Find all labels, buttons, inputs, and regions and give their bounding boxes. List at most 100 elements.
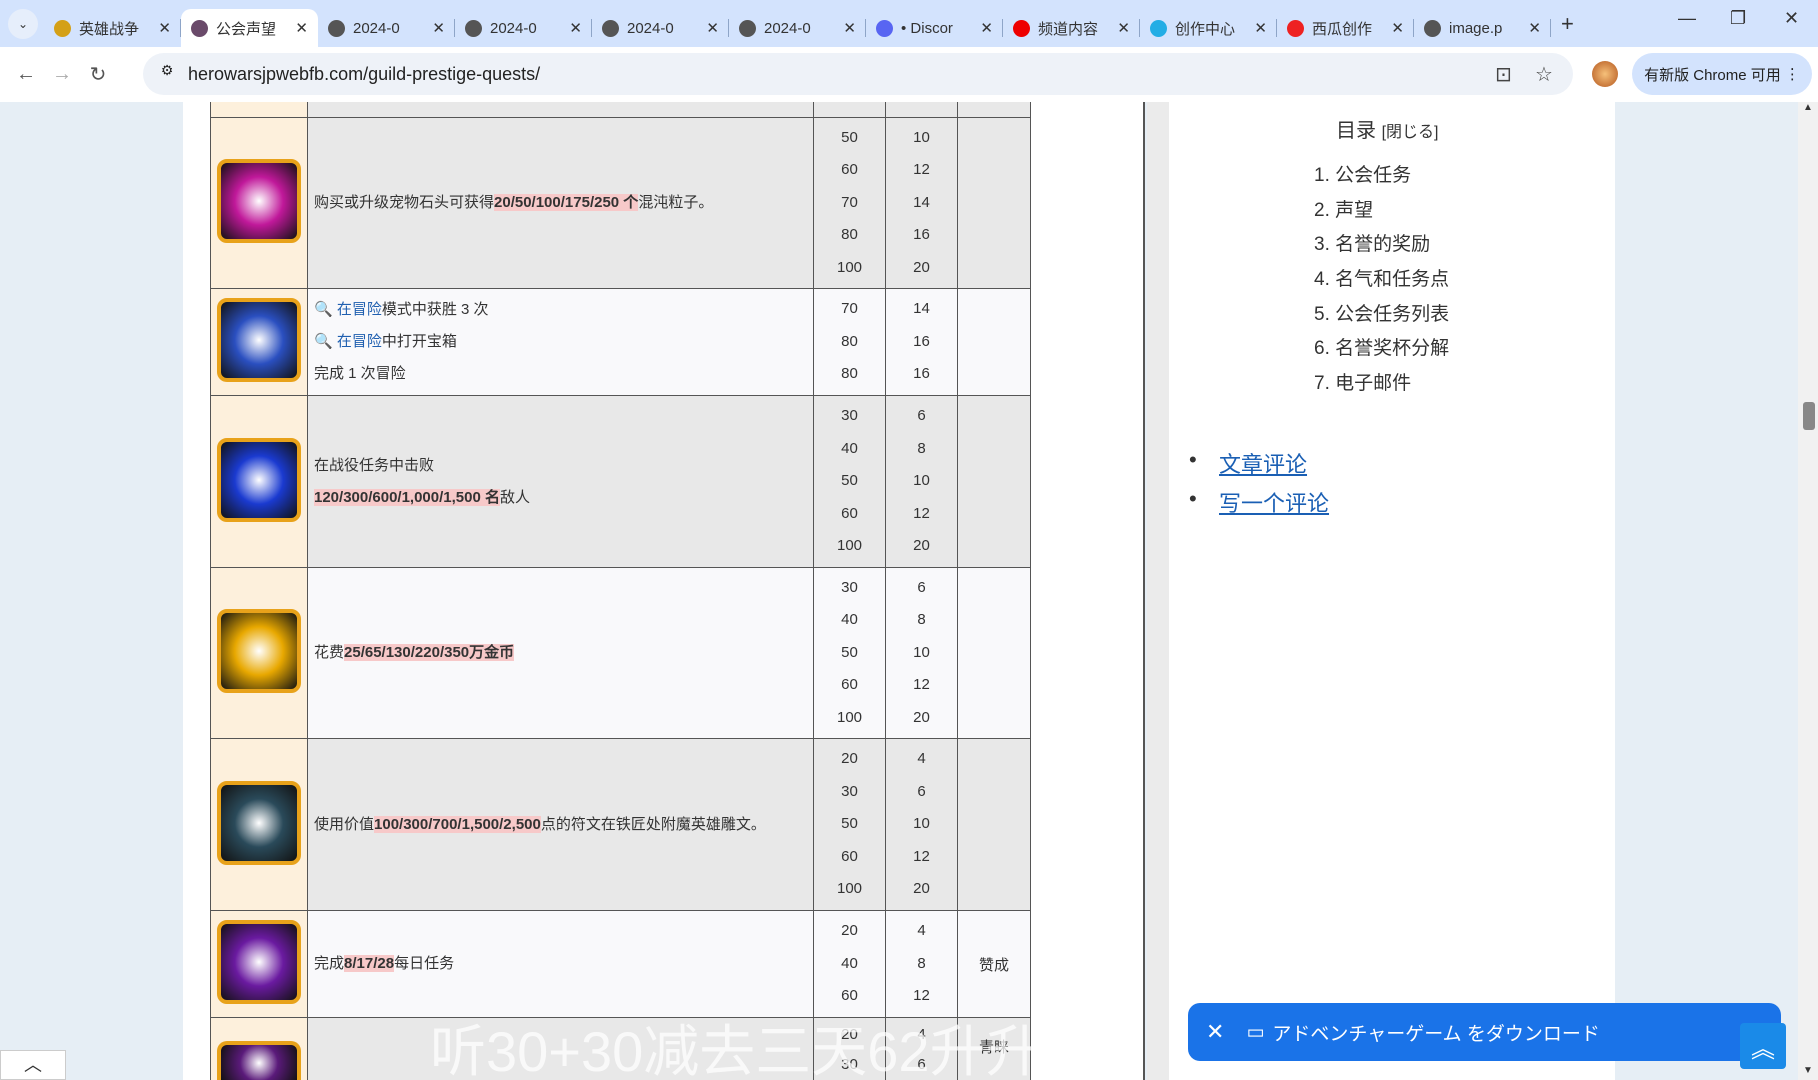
- value: 6: [917, 407, 926, 425]
- close-banner-icon[interactable]: ✕: [1206, 1019, 1224, 1045]
- toc-item[interactable]: 5. 公会任务列表: [1314, 299, 1449, 334]
- collapse-button[interactable]: ︿: [0, 1050, 66, 1080]
- reload-button[interactable]: ↻: [80, 62, 116, 87]
- close-tab-icon[interactable]: ✕: [706, 19, 719, 37]
- update-label: 有新版 Chrome 可用: [1644, 66, 1781, 84]
- toc-item[interactable]: 1. 公会任务: [1314, 160, 1449, 195]
- desc-text: 25/65/130/220/350万金币: [344, 644, 515, 661]
- tab[interactable]: • Discor ✕: [866, 9, 1003, 47]
- double-chevron-up-icon: ︽: [1751, 1035, 1775, 1063]
- tab[interactable]: 西瓜创作 ✕: [1277, 9, 1414, 47]
- tab[interactable]: 创作中心 ✕: [1140, 9, 1277, 47]
- close-tab-icon[interactable]: ✕: [843, 19, 856, 37]
- tab[interactable]: image.p ✕: [1414, 9, 1551, 47]
- toc-item[interactable]: 3. 名誉的奖励: [1314, 229, 1449, 264]
- tab-title: 西瓜创作: [1312, 20, 1373, 38]
- tab-search-button[interactable]: ⌄: [8, 8, 38, 39]
- tab[interactable]: 2024-0 ✕: [455, 9, 592, 47]
- desc-line: 🔍 在冒险模式中获胜 3 次: [314, 294, 813, 326]
- close-tab-icon[interactable]: ✕: [1117, 19, 1130, 37]
- close-window-button[interactable]: ✕: [1784, 8, 1799, 29]
- type-cell: [957, 738, 1031, 911]
- desc-link[interactable]: 在冒险: [337, 301, 382, 318]
- desc-text: 🔍: [314, 301, 337, 318]
- forward-button[interactable]: →: [44, 63, 80, 86]
- value: 10: [913, 472, 930, 490]
- description-cell: [307, 1017, 814, 1080]
- tab-title: 2024-0: [764, 19, 811, 37]
- restore-button[interactable]: ❐: [1730, 8, 1746, 29]
- download-banner[interactable]: ✕ ▭ アドベンチャーゲーム をダウンロード: [1188, 1003, 1781, 1061]
- write-comment-link[interactable]: 写一个评论: [1219, 491, 1329, 516]
- value: 8: [917, 954, 926, 972]
- value: 12: [913, 504, 930, 522]
- toc-list: 1. 公会任务 2. 声望 3. 名誉的奖励 4. 名气和任务点 5. 公会任务列表 6.…: [1314, 160, 1449, 403]
- close-tab-icon[interactable]: ✕: [1391, 19, 1404, 37]
- value: 80: [841, 332, 858, 350]
- page-content: 购买或升级宠物石头可获得20/50/100/175/250 个混沌粒子。 50 6…: [0, 102, 1798, 1080]
- description-cell: 花费25/65/130/220/350万金币: [307, 567, 814, 739]
- desc-text: 100/300/700/1,500/2,500: [374, 815, 541, 833]
- desc-line: 使用价值100/300/700/1,500/2,500点的符文在铁匠处附魔英雄雕…: [314, 809, 813, 841]
- prestige-cell: 4 8 12: [885, 910, 958, 1018]
- close-tab-icon[interactable]: ✕: [1254, 19, 1267, 37]
- gutter: [1147, 102, 1169, 1080]
- address-bar[interactable]: ⚙ herowarsjpwebfb.com/guild-prestige-que…: [143, 53, 1573, 95]
- tab[interactable]: 公会声望 ✕: [181, 9, 318, 47]
- tab[interactable]: 2024-0 ✕: [318, 9, 455, 47]
- toc-item[interactable]: 7. 电子邮件: [1314, 368, 1449, 403]
- points-cell: 50 60 70 80 100: [813, 117, 886, 289]
- translate-icon[interactable]: ⊡: [1495, 62, 1512, 87]
- toc-item[interactable]: 6. 名誉奖杯分解: [1314, 333, 1449, 368]
- value: 30: [841, 407, 858, 425]
- tab[interactable]: 2024-0 ✕: [592, 9, 729, 47]
- value: 70: [841, 300, 858, 318]
- value: 20: [841, 750, 858, 768]
- type-cell: 赞成: [957, 910, 1031, 1018]
- back-button[interactable]: ←: [8, 63, 44, 86]
- value: 80: [841, 365, 858, 383]
- value: 50: [841, 815, 858, 833]
- orb-icon: [217, 1040, 301, 1080]
- toc-title: 目录 [閉じる]: [1336, 114, 1438, 143]
- value: 14: [913, 300, 930, 318]
- minimize-button[interactable]: —: [1678, 8, 1696, 29]
- tab-title: 英雄战争: [79, 20, 140, 38]
- new-tab-button[interactable]: +: [1561, 11, 1574, 37]
- chrome-update-button[interactable]: 有新版 Chrome 可用 ⋮: [1632, 53, 1812, 95]
- tab[interactable]: 2024-0 ✕: [729, 9, 866, 47]
- value: 16: [913, 332, 930, 350]
- desc-line: 购买或升级宠物石头可获得20/50/100/175/250 个混沌粒子。: [314, 187, 813, 219]
- value: 10: [913, 643, 930, 661]
- close-tab-icon[interactable]: ✕: [1528, 19, 1541, 37]
- toc-item[interactable]: 4. 名气和任务点: [1314, 264, 1449, 299]
- type-cell: [957, 567, 1031, 739]
- site-info-icon[interactable]: ⚙: [155, 62, 179, 86]
- points-cell: 30 40 50 60 100: [813, 567, 886, 739]
- type-cell: 青睐: [957, 1017, 1031, 1080]
- prestige-cell: 10 12 14 16 20: [885, 117, 958, 289]
- tab[interactable]: 英雄战争 ✕: [44, 9, 181, 47]
- comments-link[interactable]: 文章评论: [1219, 452, 1307, 477]
- close-tab-icon[interactable]: ✕: [158, 19, 171, 37]
- desc-link[interactable]: 在冒险: [337, 333, 382, 350]
- scrollbar-thumb[interactable]: [1803, 402, 1815, 430]
- prestige-cell: 4 6 10 12 20: [885, 738, 958, 911]
- description-cell: 完成8/17/28每日任务: [307, 910, 814, 1018]
- bookmark-star-icon[interactable]: ☆: [1535, 62, 1553, 87]
- close-tab-icon[interactable]: ✕: [569, 19, 582, 37]
- profile-avatar[interactable]: [1592, 61, 1618, 87]
- close-tab-icon[interactable]: ✕: [432, 19, 445, 37]
- close-tab-icon[interactable]: ✕: [295, 19, 308, 37]
- toc-toggle[interactable]: [閉じる]: [1382, 124, 1439, 141]
- toc-item[interactable]: 2. 声望: [1314, 195, 1449, 230]
- tab[interactable]: 频道内容 ✕: [1003, 9, 1140, 47]
- tab-title: 2024-0: [627, 19, 674, 37]
- value: 100: [836, 708, 863, 726]
- desc-line: 花费25/65/130/220/350万金币: [314, 637, 813, 669]
- scroll-to-top-button[interactable]: ︽: [1740, 1023, 1786, 1069]
- close-tab-icon[interactable]: ✕: [980, 19, 993, 37]
- value: 20: [913, 258, 930, 276]
- scrollbar[interactable]: ▲ ▼: [1798, 102, 1818, 1080]
- desc-text: 点的符文在铁匠处附魔英雄雕文。: [540, 815, 766, 833]
